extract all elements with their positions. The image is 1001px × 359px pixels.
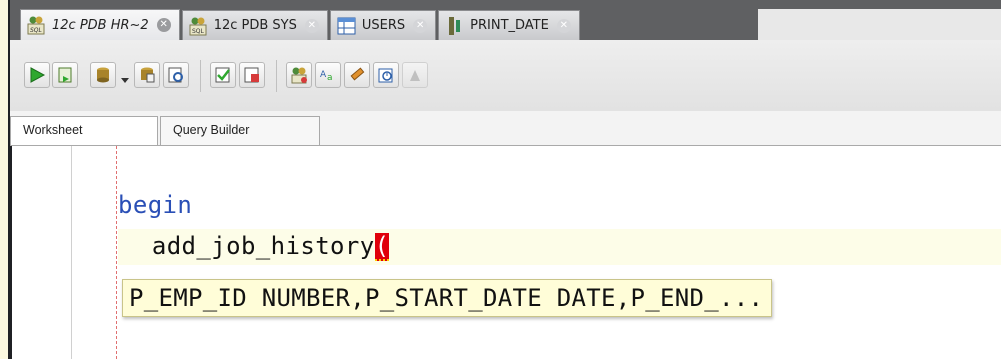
run-statement-icon[interactable] (24, 62, 50, 88)
autotrace-icon[interactable] (210, 62, 236, 88)
close-icon[interactable]: ✕ (156, 18, 171, 32)
tab-users[interactable]: USERS ✕ (329, 10, 437, 40)
rollback-icon[interactable] (134, 62, 160, 88)
tab-print-date[interactable]: PRINT_DATE ✕ (438, 10, 580, 40)
format-icon[interactable] (402, 62, 428, 88)
right-margin-guide (116, 146, 117, 359)
tab-list: SQL 12c PDB HR~2 ✕ SQL 12c PDB SYS ✕ USE… (20, 9, 582, 40)
svg-text:SQL: SQL (30, 27, 42, 34)
commit-icon[interactable] (90, 62, 116, 88)
tab-worksheet[interactable]: Worksheet (10, 116, 158, 147)
worksheet-subtabs: Worksheet Query Builder (10, 116, 1001, 147)
unshared-sql-icon[interactable] (286, 62, 312, 88)
run-script-icon[interactable] (52, 62, 78, 88)
line-gutter (71, 146, 72, 359)
procedure-call-text: add_job_history (137, 232, 375, 260)
tab-12c-pdb-hr[interactable]: SQL 12c PDB HR~2 ✕ (20, 9, 180, 40)
close-icon[interactable]: ✕ (413, 18, 428, 33)
close-icon[interactable]: ✕ (304, 18, 319, 33)
editor-left-border (10, 146, 12, 359)
bracket-match-highlight: ( (374, 232, 390, 261)
svg-text:SQL: SQL (192, 28, 205, 35)
sql-worksheet-icon: SQL (189, 16, 209, 36)
tab-bar-empty-area (758, 9, 1001, 40)
code-line-begin: begin (118, 191, 193, 219)
sql-worksheet-icon: SQL (27, 15, 47, 35)
explain-plan-icon[interactable] (163, 62, 189, 88)
worksheet-toolbar: Aa (10, 40, 1001, 111)
sql-editor[interactable]: begin add_job_history( P_EMP_ID NUMBER,P… (10, 146, 1001, 359)
clear-icon[interactable] (344, 62, 370, 88)
tab-label: PRINT_DATE (470, 18, 549, 33)
worksheet-panel: Aa Worksheet Query Builder begin add_job… (10, 40, 1001, 359)
svg-text:a: a (327, 73, 333, 83)
close-icon[interactable]: ✕ (556, 18, 571, 33)
sql-tuning-icon[interactable] (239, 62, 265, 88)
parameter-hint-tooltip: P_EMP_ID NUMBER,P_START_DATE DATE,P_END_… (122, 279, 773, 317)
to-upper-lower-icon[interactable]: Aa (315, 62, 341, 88)
code-line-call: add_job_history( (137, 232, 390, 261)
tab-12c-pdb-sys[interactable]: SQL 12c PDB SYS ✕ (181, 10, 328, 40)
toolbar-separator (276, 60, 277, 92)
tab-label: 12c PDB HR~2 (52, 17, 149, 33)
toolbar-separator (200, 60, 201, 92)
procedure-icon (445, 16, 465, 36)
tab-query-builder[interactable]: Query Builder (160, 116, 320, 146)
table-icon (337, 16, 357, 36)
history-icon[interactable] (373, 62, 399, 88)
svg-text:A: A (320, 70, 327, 80)
dropdown-arrow-icon[interactable] (120, 70, 130, 83)
document-tab-bar: SQL 12c PDB HR~2 ✕ SQL 12c PDB SYS ✕ USE… (10, 0, 1001, 40)
tab-label: USERS (361, 18, 406, 33)
tab-label: 12c PDB SYS (213, 18, 297, 33)
